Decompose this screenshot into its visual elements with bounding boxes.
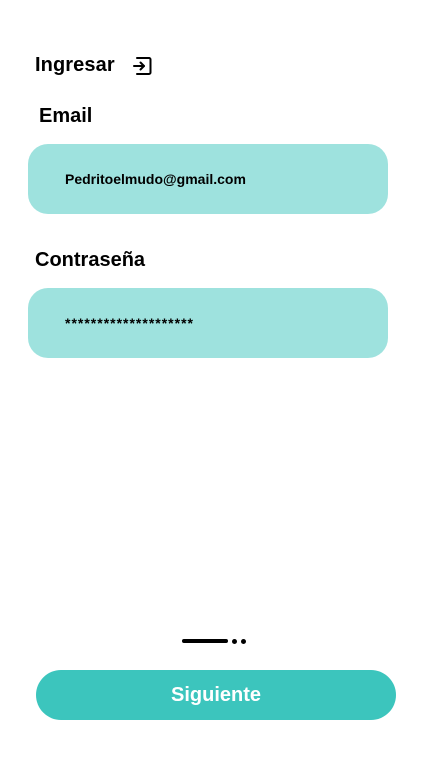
- email-field[interactable]: Pedritoelmudo@gmail.com: [28, 144, 388, 214]
- password-field[interactable]: ********************: [28, 288, 388, 358]
- page-title: Ingresar: [35, 54, 115, 76]
- page-indicator-dot: [232, 638, 237, 644]
- password-value: ********************: [65, 315, 194, 331]
- next-button[interactable]: Siguiente: [36, 670, 396, 720]
- login-icon: [131, 55, 153, 77]
- password-label: Contraseña: [35, 249, 146, 271]
- email-value: Pedritoelmudo@gmail.com: [65, 171, 246, 187]
- page-header: Ingresar: [35, 54, 153, 77]
- login-screen: Ingresar Email Pedritoelmudo@gmail.com C…: [0, 0, 430, 772]
- page-indicator-dot: [241, 638, 246, 644]
- page-indicator: [182, 638, 246, 644]
- email-label: Email: [39, 105, 93, 127]
- page-indicator-active: [182, 639, 228, 643]
